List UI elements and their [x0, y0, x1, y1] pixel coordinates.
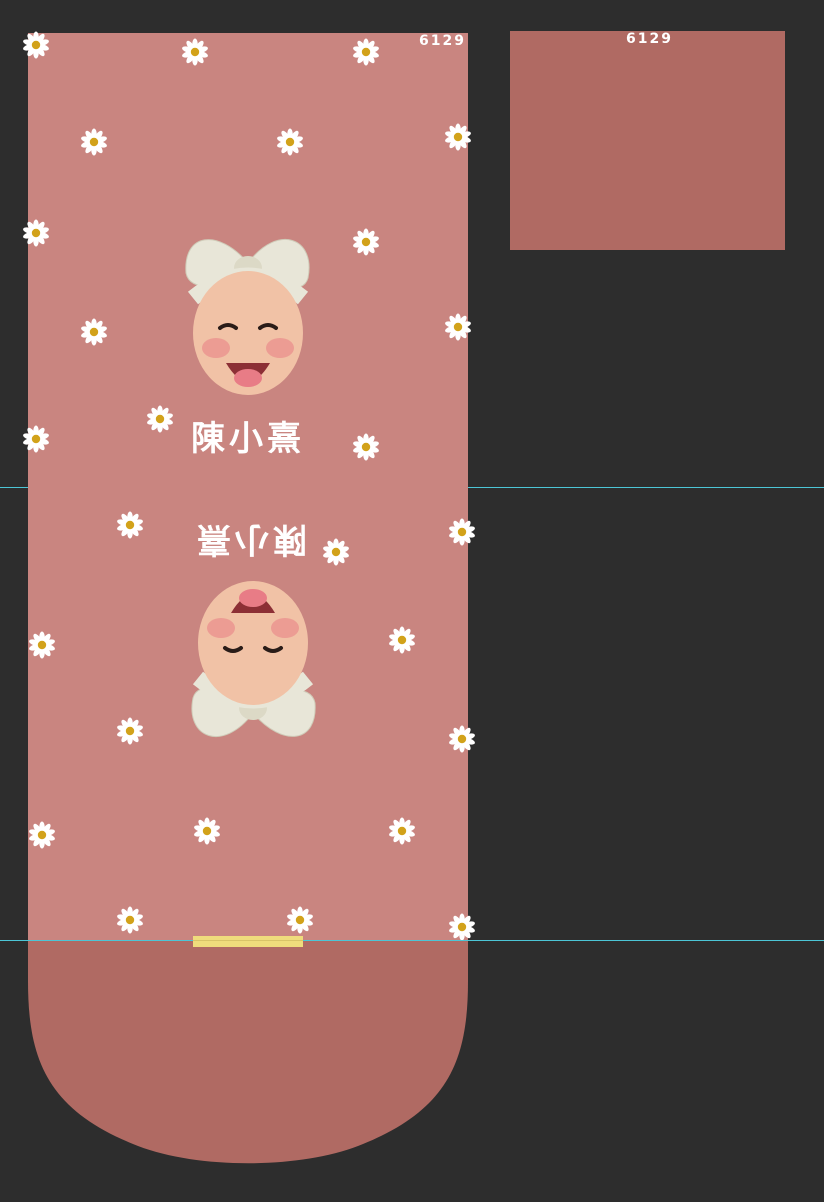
daisy-icon — [23, 219, 49, 247]
daisy-icon — [449, 725, 475, 753]
daisy-icon — [29, 821, 55, 849]
daisy-icon — [353, 433, 379, 461]
baby-face-flipped-icon — [191, 581, 316, 738]
yellow-tab-marker — [193, 936, 303, 947]
daisy-icon — [23, 31, 49, 59]
daisy-icon — [81, 318, 107, 346]
daisy-icon — [182, 38, 208, 66]
baby-name-top: 陳小熹 — [191, 419, 305, 459]
daisy-icon — [117, 906, 143, 934]
daisy-icon — [389, 626, 415, 654]
daisy-icon — [445, 123, 471, 151]
baby-face-icon — [185, 238, 310, 395]
artwork-bottom-rounded-panel[interactable] — [28, 941, 468, 1171]
daisy-icon — [117, 511, 143, 539]
daisy-icon — [117, 717, 143, 745]
baby-name-bottom: 陳小熹 — [193, 519, 307, 559]
daisy-icon — [323, 538, 349, 566]
daisy-icon — [23, 425, 49, 453]
daisy-icon — [449, 518, 475, 546]
artwork-side-panel[interactable]: 6129 — [510, 31, 785, 250]
daisy-icon — [353, 38, 379, 66]
daisy-icon — [147, 405, 173, 433]
daisy-icon — [194, 817, 220, 845]
daisy-icon — [29, 631, 55, 659]
daisy-icon — [389, 817, 415, 845]
daisy-icon — [445, 313, 471, 341]
horizontal-guide-bottom — [0, 940, 824, 941]
daisy-icon — [287, 906, 313, 934]
daisy-icon — [277, 128, 303, 156]
daisy-icon — [353, 228, 379, 256]
daisy-icon — [81, 128, 107, 156]
daisy-icon — [449, 913, 475, 941]
artwork-main-panel[interactable]: 6129 陳小熹 陳小熹 — [23, 31, 475, 941]
product-code-label: 6129 — [419, 33, 466, 49]
side-product-code-label: 6129 — [626, 31, 673, 47]
